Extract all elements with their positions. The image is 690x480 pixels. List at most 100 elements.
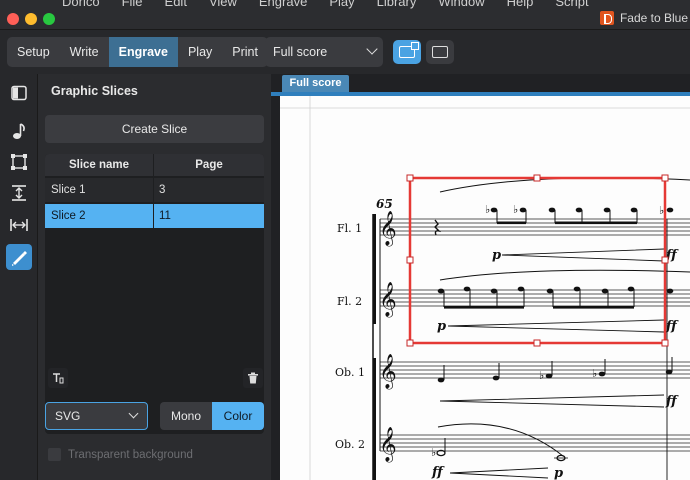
staff-ob1: [380, 361, 690, 379]
format-select-value: SVG: [55, 409, 81, 423]
column-header-slice-name[interactable]: Slice name: [45, 154, 154, 176]
document-icon: [599, 11, 614, 25]
toolbar: Setup Write Engrave Play Print Full scor…: [0, 30, 690, 74]
spacing-icon: [12, 185, 26, 201]
transparent-background-label: Transparent background: [68, 448, 193, 461]
mode-play[interactable]: Play: [178, 37, 222, 67]
page-view-icon: [399, 42, 419, 58]
dynamic-ff: ff: [431, 465, 445, 480]
slice-handle[interactable]: [406, 256, 414, 264]
frame-tool-button[interactable]: [6, 149, 32, 175]
staff-fl1: [380, 218, 690, 236]
score-view: Full score 65 Fl. 1 Fl. 2 Ob. 1 Ob. 2 𝄞 …: [271, 74, 690, 480]
slice-handle[interactable]: [533, 339, 541, 347]
frame-icon: [11, 154, 27, 170]
table-row-selected[interactable]: Slice 2 11: [45, 204, 264, 228]
menu-library[interactable]: Library: [377, 0, 417, 9]
layout-select-value: Full score: [273, 45, 328, 59]
svg-text:♭: ♭: [539, 369, 544, 382]
transparent-background-option: Transparent background: [48, 448, 193, 461]
rename-slice-button[interactable]: [48, 368, 68, 388]
document-title: Fade to Blue: [599, 11, 688, 25]
svg-text:♭: ♭: [485, 203, 490, 216]
slice-handle[interactable]: [661, 339, 669, 347]
document-title-text: Fade to Blue: [619, 11, 688, 25]
left-icon-strip: [0, 74, 38, 480]
title-bar: Dorico File Edit View Engrave Play Libra…: [0, 0, 690, 30]
staff-ob2: [380, 434, 690, 452]
rename-icon: [53, 373, 64, 384]
transparent-background-checkbox[interactable]: [48, 448, 61, 461]
menu-script[interactable]: Script: [555, 0, 588, 9]
mono-button[interactable]: Mono: [160, 402, 212, 430]
note-icon: [13, 123, 25, 139]
page-view-button[interactable]: [393, 40, 421, 64]
spacing-tool-button[interactable]: [6, 180, 32, 206]
mode-engrave[interactable]: Engrave: [108, 37, 178, 67]
ob1-music: ♭ ♭ ff: [437, 357, 679, 409]
color-mode-toggle: Mono Color: [160, 402, 264, 430]
layout-select[interactable]: Full score: [265, 37, 383, 67]
menu-edit[interactable]: Edit: [165, 0, 187, 9]
svg-text:65: 65: [376, 197, 393, 211]
bar-number: 65: [376, 197, 393, 211]
galley-view-button[interactable]: [426, 40, 454, 64]
mode-print[interactable]: Print: [222, 37, 268, 67]
table-row[interactable]: Slice 1 3: [45, 178, 264, 202]
slice-handle[interactable]: [406, 339, 414, 347]
delete-slice-button[interactable]: [243, 368, 263, 388]
chevron-down-icon: [366, 43, 378, 55]
slice-name-cell[interactable]: Slice 1: [45, 178, 153, 202]
dynamic-ff: ff: [665, 319, 679, 334]
note-tool-button[interactable]: [6, 118, 32, 144]
treble-clef-icon: 𝄞: [379, 427, 397, 463]
slice-handle[interactable]: [661, 174, 669, 182]
table-header: Slice name Page: [45, 154, 264, 176]
menu-view[interactable]: View: [209, 0, 237, 9]
width-tool-button[interactable]: [6, 212, 32, 238]
panel-title: Graphic Slices: [51, 84, 138, 98]
menu-help[interactable]: Help: [507, 0, 534, 9]
mode-setup[interactable]: Setup: [7, 37, 60, 67]
tab-full-score[interactable]: Full score: [282, 75, 349, 92]
instrument-label-ob2: Ob. 2: [335, 438, 365, 451]
panel-toggle-icon: [11, 85, 27, 101]
create-slice-button[interactable]: Create Slice: [45, 115, 264, 143]
treble-clef-icon: 𝄞: [379, 282, 397, 318]
menu-bar: Dorico File Edit View Engrave Play Libra…: [62, 0, 611, 9]
trash-icon: [248, 372, 258, 384]
slice-handle[interactable]: [406, 174, 414, 182]
chevron-down-icon: [128, 408, 139, 419]
panel-toggle-button[interactable]: [6, 80, 32, 106]
instrument-label-fl2: Fl. 2: [337, 295, 362, 308]
menu-app[interactable]: Dorico: [62, 0, 100, 9]
slice-page-cell[interactable]: 11: [154, 204, 264, 228]
zoom-window-button[interactable]: [43, 13, 55, 25]
treble-clef-icon: 𝄞: [379, 211, 397, 247]
mode-write[interactable]: Write: [60, 37, 109, 67]
color-button[interactable]: Color: [212, 402, 264, 430]
column-header-page[interactable]: Page: [154, 154, 264, 176]
score-page[interactable]: 65 Fl. 1 Fl. 2 Ob. 1 Ob. 2 𝄞 𝄞 𝄞 𝄞 ♭ ♭ ♭…: [280, 96, 690, 480]
graphic-slice-frame[interactable]: [406, 174, 669, 347]
svg-text:♭: ♭: [513, 203, 518, 216]
graphic-slices-panel: Graphic Slices Create Slice Slice name P…: [38, 74, 271, 480]
staff-fl2: [380, 289, 690, 307]
menu-window[interactable]: Window: [438, 0, 484, 9]
slice-page-cell[interactable]: 3: [154, 178, 264, 202]
galley-view-icon: [432, 46, 448, 58]
slice-handle[interactable]: [661, 256, 669, 264]
menu-engrave[interactable]: Engrave: [259, 0, 307, 9]
slice-name-cell[interactable]: Slice 2: [45, 204, 153, 228]
dynamic-ff: ff: [665, 394, 679, 409]
slice-handle[interactable]: [533, 174, 541, 182]
graphic-slice-icon: [12, 251, 27, 266]
close-window-button[interactable]: [7, 13, 19, 25]
format-select[interactable]: SVG: [45, 402, 148, 430]
menu-play[interactable]: Play: [329, 0, 354, 9]
menu-file[interactable]: File: [122, 0, 143, 9]
minimize-window-button[interactable]: [25, 13, 37, 25]
mode-switcher: Setup Write Engrave Play Print: [7, 37, 268, 67]
graphic-slice-tool-button[interactable]: [6, 244, 32, 270]
width-icon: [10, 219, 28, 231]
